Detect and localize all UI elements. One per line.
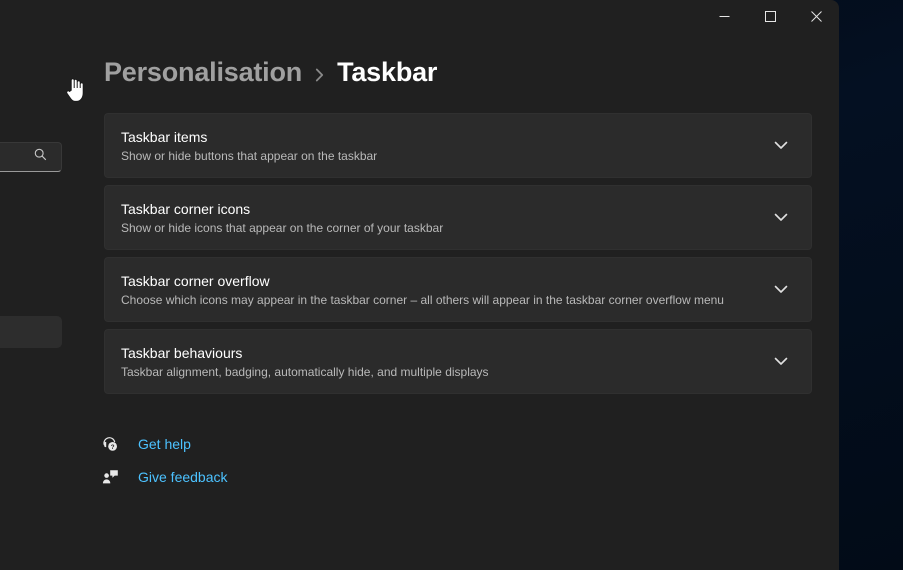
close-icon — [811, 11, 822, 22]
card-description: Show or hide buttons that appear on the … — [121, 148, 767, 164]
card-title: Taskbar corner icons — [121, 200, 767, 218]
chevron-right-icon — [315, 64, 324, 82]
help-headset-icon: ? — [102, 436, 138, 452]
give-feedback-link[interactable]: Give feedback — [102, 460, 228, 493]
card-description: Show or hide icons that appear on the co… — [121, 220, 767, 236]
card-description: Choose which icons may appear in the tas… — [121, 292, 767, 308]
chevron-down-icon[interactable] — [767, 141, 795, 150]
title-bar[interactable] — [0, 0, 839, 32]
breadcrumb: Personalisation Taskbar — [104, 57, 437, 88]
card-taskbar-corner-overflow[interactable]: Taskbar corner overflow Choose which ico… — [104, 257, 812, 322]
card-title: Taskbar corner overflow — [121, 272, 767, 290]
chevron-down-icon[interactable] — [767, 357, 795, 366]
card-title: Taskbar behaviours — [121, 344, 767, 362]
card-title: Taskbar items — [121, 128, 767, 146]
maximize-icon — [765, 11, 776, 22]
minimize-icon — [719, 11, 730, 22]
card-taskbar-items[interactable]: Taskbar items Show or hide buttons that … — [104, 113, 812, 178]
card-text: Taskbar items Show or hide buttons that … — [121, 128, 767, 164]
window-controls — [701, 0, 839, 32]
search-icon — [34, 148, 47, 166]
minimize-button[interactable] — [701, 0, 747, 32]
get-help-link[interactable]: ? Get help — [102, 427, 228, 460]
search-input[interactable] — [0, 142, 62, 172]
content-pane: Personalisation Taskbar Taskbar items Sh… — [62, 32, 839, 570]
sidebar-item-selected[interactable] — [0, 316, 62, 348]
chevron-down-icon[interactable] — [767, 285, 795, 294]
card-text: Taskbar behaviours Taskbar alignment, ba… — [121, 344, 767, 380]
get-help-label: Get help — [138, 436, 191, 452]
settings-window: Personalisation Taskbar Taskbar items Sh… — [0, 0, 839, 570]
footer-links: ? Get help Give feedback — [102, 427, 228, 493]
settings-card-list: Taskbar items Show or hide buttons that … — [104, 113, 812, 401]
feedback-person-icon — [102, 469, 138, 485]
give-feedback-label: Give feedback — [138, 469, 228, 485]
chevron-down-icon[interactable] — [767, 213, 795, 222]
svg-text:?: ? — [111, 444, 115, 451]
close-button[interactable] — [793, 0, 839, 32]
card-taskbar-corner-icons[interactable]: Taskbar corner icons Show or hide icons … — [104, 185, 812, 250]
maximize-button[interactable] — [747, 0, 793, 32]
navigation-rail — [0, 32, 62, 570]
card-taskbar-behaviours[interactable]: Taskbar behaviours Taskbar alignment, ba… — [104, 329, 812, 394]
card-description: Taskbar alignment, badging, automaticall… — [121, 364, 767, 380]
page-title: Taskbar — [337, 57, 437, 88]
card-text: Taskbar corner overflow Choose which ico… — [121, 272, 767, 308]
breadcrumb-parent-link[interactable]: Personalisation — [104, 57, 302, 88]
card-text: Taskbar corner icons Show or hide icons … — [121, 200, 767, 236]
